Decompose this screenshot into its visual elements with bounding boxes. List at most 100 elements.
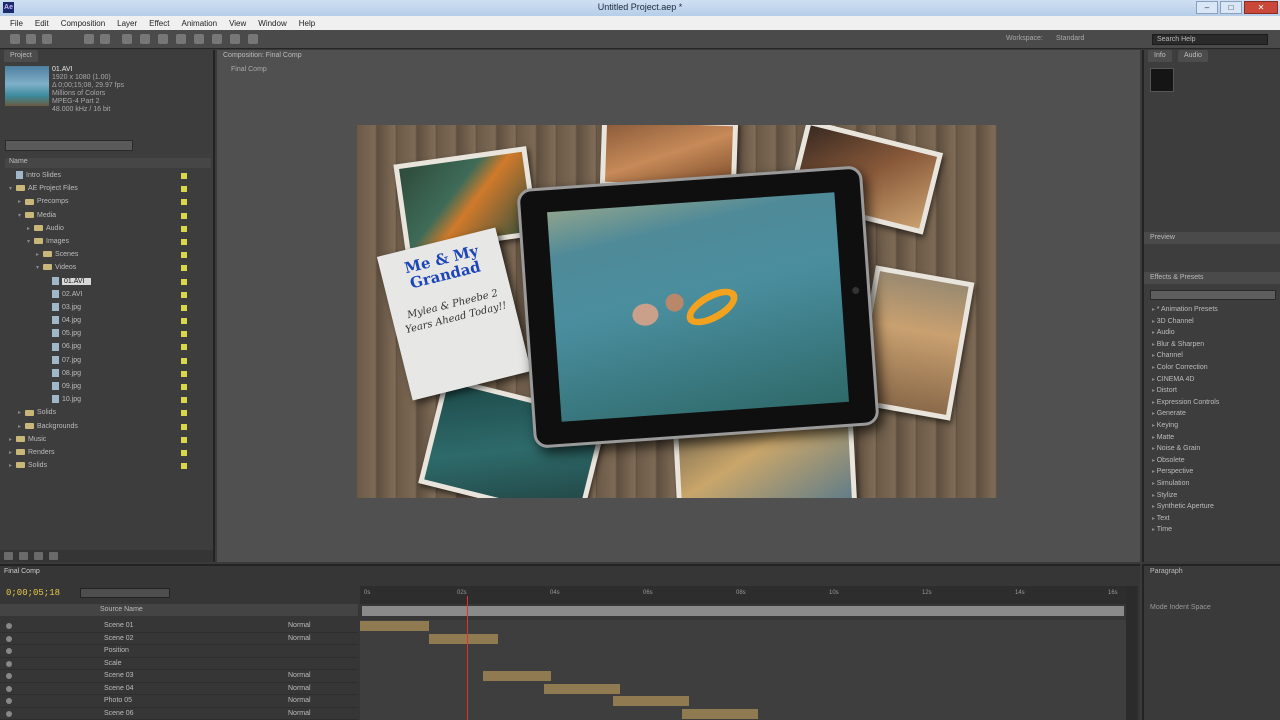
layer-duration-bar[interactable] [360, 621, 429, 631]
effects-tab[interactable]: Effects & Presets [1144, 272, 1280, 284]
label-color-swatch[interactable] [181, 291, 187, 298]
label-color-swatch[interactable] [181, 225, 187, 232]
brush-tool-icon[interactable] [194, 34, 204, 44]
new-folder-icon[interactable] [19, 552, 28, 560]
visibility-eye-icon[interactable] [6, 635, 12, 642]
layer-duration-bar[interactable] [482, 671, 552, 681]
disclosure-triangle-icon[interactable]: ▾ [36, 262, 43, 274]
project-item[interactable]: 02.AVI [5, 289, 211, 302]
effect-category[interactable]: Channel [1152, 350, 1278, 362]
label-color-swatch[interactable] [181, 212, 187, 219]
label-color-swatch[interactable] [181, 304, 187, 311]
label-color-swatch[interactable] [181, 410, 187, 417]
effect-category[interactable]: Text [1152, 513, 1278, 525]
work-area-bar[interactable] [362, 606, 1124, 616]
effect-category[interactable]: Blur & Sharpen [1152, 339, 1278, 351]
blend-mode-dropdown[interactable]: Normal [288, 708, 311, 720]
layer-search-input[interactable] [80, 588, 170, 598]
mask-tool-icon[interactable] [140, 34, 150, 44]
layer-duration-bar[interactable] [681, 708, 759, 719]
menu-help[interactable]: Help [293, 19, 321, 28]
disclosure-triangle-icon[interactable]: ▸ [36, 249, 43, 261]
label-color-swatch[interactable] [181, 370, 187, 377]
camera-tool-icon[interactable] [100, 34, 110, 44]
timeline-layer[interactable]: Scene 06 Normal [0, 708, 358, 720]
preview-tab[interactable]: Preview [1144, 232, 1280, 244]
project-item[interactable]: 05.jpg [5, 328, 211, 341]
new-comp-icon[interactable] [34, 552, 43, 560]
composition-tab[interactable]: Composition: Final Comp [223, 52, 302, 59]
eraser-tool-icon[interactable] [230, 34, 240, 44]
menu-edit[interactable]: Edit [29, 19, 55, 28]
playhead[interactable] [467, 596, 469, 720]
label-color-swatch[interactable] [181, 436, 187, 443]
clone-tool-icon[interactable] [212, 34, 222, 44]
label-color-swatch[interactable] [181, 186, 187, 193]
blend-mode-dropdown[interactable]: Normal [288, 683, 311, 695]
timeline-layer[interactable]: Scene 04 Normal [0, 683, 358, 695]
layer-duration-bar[interactable] [612, 696, 690, 706]
label-color-swatch[interactable] [181, 173, 187, 179]
label-color-swatch[interactable] [181, 199, 187, 206]
effect-category[interactable]: Noise & Grain [1152, 443, 1278, 455]
visibility-eye-icon[interactable] [6, 648, 12, 654]
minimize-button[interactable]: – [1196, 1, 1218, 14]
blend-mode-dropdown[interactable]: Normal [288, 695, 311, 707]
project-tab[interactable]: Project [4, 50, 38, 62]
disclosure-triangle-icon[interactable]: ▸ [9, 447, 16, 459]
layer-duration-bar[interactable] [428, 633, 498, 644]
effect-category[interactable]: Expression Controls [1152, 397, 1278, 409]
layer-duration-bar[interactable] [543, 683, 621, 694]
effect-category[interactable]: Time [1152, 524, 1278, 536]
project-folder[interactable]: ▸ Scenes [5, 249, 211, 262]
blend-mode-dropdown[interactable]: Normal [288, 620, 311, 632]
type-tool-icon[interactable] [176, 34, 186, 44]
rotate-tool-icon[interactable] [84, 34, 94, 44]
disclosure-triangle-icon[interactable]: ▸ [27, 223, 34, 235]
disclosure-triangle-icon[interactable]: ▾ [18, 210, 25, 222]
timeline-layer[interactable]: Scale [0, 658, 358, 670]
disclosure-triangle-icon[interactable]: ▸ [18, 421, 25, 433]
label-color-swatch[interactable] [181, 449, 187, 456]
project-item[interactable]: 03.jpg [5, 302, 211, 315]
menu-animation[interactable]: Animation [175, 19, 223, 28]
menu-file[interactable]: File [4, 19, 29, 28]
menu-layer[interactable]: Layer [111, 19, 143, 28]
project-search-input[interactable] [5, 140, 133, 151]
project-item[interactable]: 08.jpg [5, 368, 211, 381]
effect-category[interactable]: Audio [1152, 327, 1278, 339]
disclosure-triangle-icon[interactable]: ▾ [9, 183, 16, 195]
composition-canvas[interactable]: Me & My Grandad Mylea & Pheebe 2 Years A… [357, 125, 997, 498]
effect-category[interactable]: 3D Channel [1152, 316, 1278, 328]
label-color-swatch[interactable] [181, 278, 187, 285]
effect-category[interactable]: Color Correction [1152, 362, 1278, 374]
pan-behind-tool-icon[interactable] [122, 34, 132, 44]
label-color-swatch[interactable] [181, 463, 187, 470]
timeline-layer[interactable]: Scene 01 Normal [0, 620, 358, 633]
disclosure-triangle-icon[interactable]: ▸ [9, 434, 16, 446]
label-color-swatch[interactable] [181, 238, 187, 245]
interpret-footage-icon[interactable] [4, 552, 13, 560]
project-folder[interactable]: ▸ Backgrounds [5, 421, 211, 434]
effect-category[interactable]: * Animation Presets [1152, 304, 1278, 316]
time-ruler[interactable]: 0s 02s 04s 06s 08s 10s 12s 14s 16s [360, 586, 1126, 604]
label-color-swatch[interactable] [181, 384, 187, 390]
label-color-swatch[interactable] [181, 344, 187, 351]
blend-mode-dropdown[interactable]: Normal [288, 633, 311, 645]
project-folder[interactable]: ▸ Renders [5, 447, 211, 460]
visibility-eye-icon[interactable] [6, 673, 12, 679]
effect-category[interactable]: Obsolete [1152, 455, 1278, 467]
effect-category[interactable]: Synthetic Aperture [1152, 501, 1278, 513]
project-item[interactable]: 01.AVI [5, 276, 211, 289]
disclosure-triangle-icon[interactable]: ▸ [9, 460, 16, 472]
project-folder[interactable]: ▸ Music [5, 434, 211, 447]
disclosure-triangle-icon[interactable]: ▸ [18, 196, 25, 208]
workspace-dropdown[interactable]: Standard [1056, 35, 1084, 42]
selection-tool-icon[interactable] [10, 34, 20, 44]
effect-category[interactable]: Distort [1152, 385, 1278, 397]
visibility-eye-icon[interactable] [6, 660, 12, 667]
project-folder[interactable]: ▸ Solids [5, 407, 211, 420]
project-item[interactable]: Intro Slides [5, 170, 211, 183]
current-timecode[interactable]: 0;00;05;18 [6, 588, 60, 598]
paragraph-tab[interactable]: Paragraph [1150, 568, 1183, 575]
